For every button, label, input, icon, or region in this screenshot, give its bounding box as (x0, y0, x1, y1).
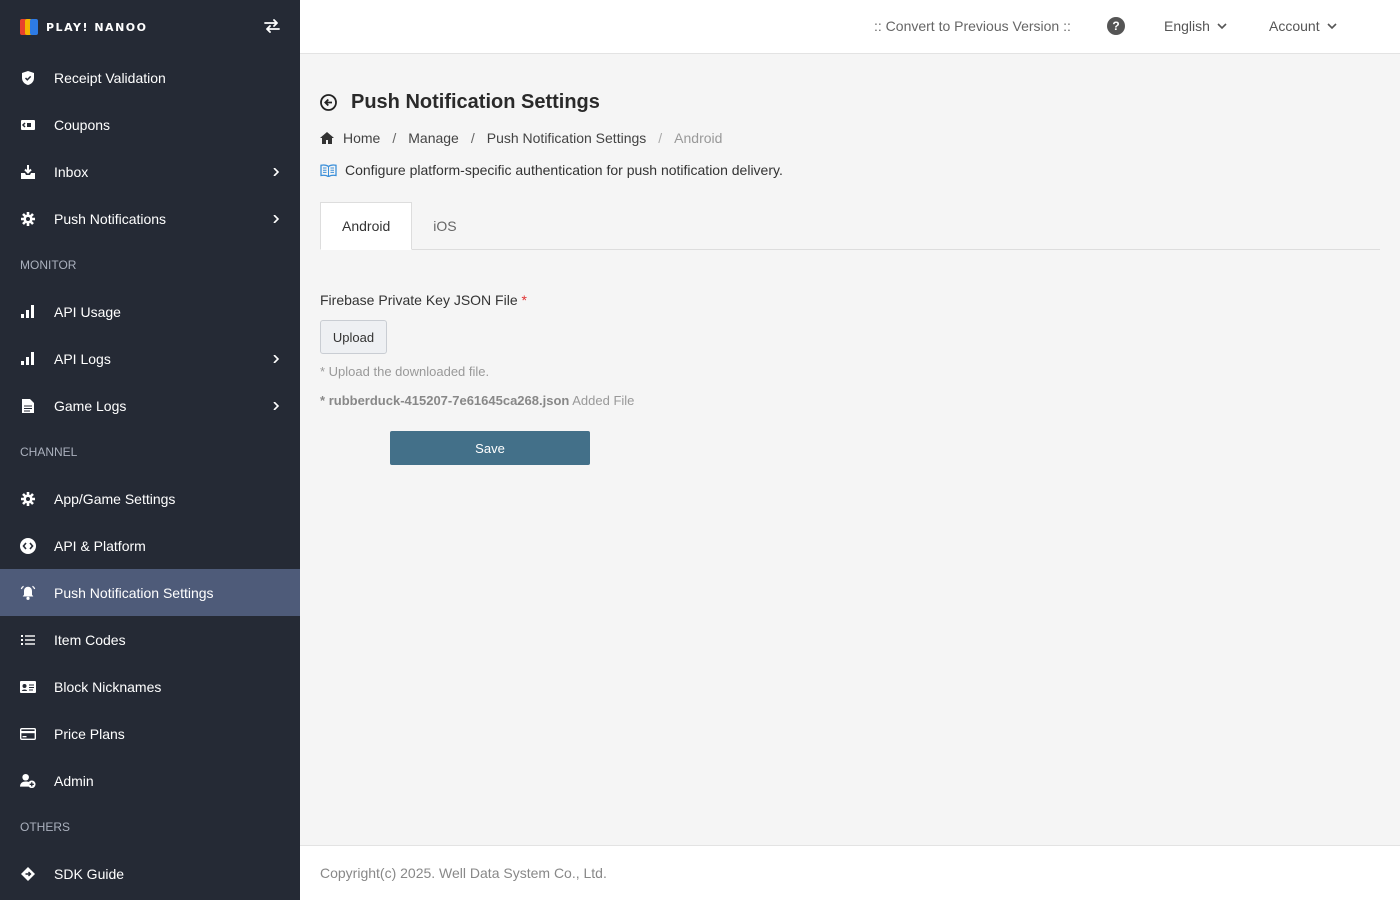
uploaded-file-info: * rubberduck-415207-7e61645ca268.json Ad… (320, 393, 634, 408)
main-content: Push Notification Settings Home / Manage… (300, 55, 1400, 845)
sidebar-item-label: API Logs (54, 350, 111, 367)
section-channel: CHANNEL (20, 445, 78, 459)
sidebar-item-label: Price Plans (54, 725, 125, 742)
sidebar-item-item-codes[interactable]: Item Codes (0, 616, 300, 663)
sidebar-item-push-notification-settings[interactable]: Push Notification Settings (0, 569, 300, 616)
title-row: Push Notification Settings (320, 91, 600, 114)
sidebar-item-admin[interactable]: Admin (0, 757, 300, 804)
sidebar-item-label: Push Notification Settings (54, 584, 214, 601)
sidebar-item-price-plans[interactable]: Price Plans (0, 710, 300, 757)
back-arrow-icon[interactable] (320, 94, 337, 111)
sidebar-item-label: Item Codes (54, 631, 126, 648)
platform-tabs: Android iOS (320, 202, 1380, 250)
copyright-text: Copyright(c) 2025. Well Data System Co.,… (320, 865, 607, 881)
firebase-key-label: Firebase Private Key JSON File * (320, 292, 527, 308)
sidebar-item-label: Block Nicknames (54, 678, 162, 695)
sidebar-item-label: Inbox (54, 163, 89, 180)
required-mark: * (521, 292, 527, 308)
document-icon (20, 398, 36, 414)
sidebar-item-push-notifications[interactable]: Push Notifications (0, 195, 300, 242)
file-name: rubberduck-415207-7e61645ca268.json (328, 393, 570, 408)
upload-button[interactable]: Upload (320, 320, 387, 354)
sidebar-item-label: API & Platform (54, 537, 146, 554)
sidebar: PLAY! NANOO Receipt Validation Coupons I… (0, 0, 300, 900)
sidebar-item-api-platform[interactable]: API & Platform (0, 522, 300, 569)
sidebar-item-label: Coupons (54, 116, 111, 133)
sidebar-item-api-logs[interactable]: API Logs (0, 335, 300, 382)
account-label: Account (1269, 18, 1320, 34)
sidebar-item-label: Admin (54, 772, 94, 789)
book-open-icon (320, 163, 337, 177)
breadcrumb-section[interactable]: Push Notification Settings (487, 130, 647, 146)
section-monitor: MONITOR (20, 258, 77, 272)
sidebar-item-label: SDK Guide (54, 865, 125, 882)
breadcrumb-current: Android (674, 130, 723, 146)
credit-card-icon (20, 726, 36, 742)
inbox-download-icon (20, 164, 36, 180)
code-circle-icon (20, 537, 36, 554)
sidebar-item-label: Push Notifications (54, 210, 167, 227)
logo-text: PLAY! NANOO (46, 20, 148, 34)
top-bar: :: Convert to Previous Version :: ? Engl… (300, 0, 1400, 54)
tab-ios[interactable]: iOS (412, 202, 477, 250)
sidebar-item-block-nicknames[interactable]: Block Nicknames (0, 663, 300, 710)
field-label-text: Firebase Private Key JSON File (320, 292, 518, 308)
breadcrumb-separator: / (392, 130, 397, 146)
help-icon[interactable]: ? (1107, 17, 1125, 35)
bar-chart-icon (20, 304, 36, 320)
page-description: Configure platform-specific authenticati… (320, 162, 783, 178)
sidebar-item-label: API Usage (54, 303, 121, 320)
logo[interactable]: PLAY! NANOO (20, 19, 147, 35)
file-status: Added File (572, 393, 635, 408)
sidebar-item-coupons[interactable]: Coupons (0, 101, 300, 148)
logo-mark-icon (20, 19, 38, 35)
save-button[interactable]: Save (390, 431, 590, 465)
breadcrumb-home[interactable]: Home (343, 130, 380, 146)
sidebar-item-sdk-guide[interactable]: SDK Guide (0, 850, 300, 897)
breadcrumb: Home / Manage / Push Notification Settin… (320, 130, 722, 146)
id-card-icon (20, 679, 36, 695)
logo-bar: PLAY! NANOO (0, 0, 300, 54)
diamond-arrows-icon (20, 866, 36, 882)
shield-check-icon (20, 70, 36, 86)
bell-ringing-icon (20, 585, 36, 601)
sidebar-item-api-usage[interactable]: API Usage (0, 288, 300, 335)
sidebar-item-inbox[interactable]: Inbox (0, 148, 300, 195)
sidebar-item-label: App/Game Settings (54, 490, 176, 507)
bar-chart-icon (20, 351, 36, 367)
language-label: English (1164, 18, 1210, 34)
footer: Copyright(c) 2025. Well Data System Co.,… (300, 845, 1400, 900)
tab-android[interactable]: Android (320, 202, 413, 250)
user-add-icon (20, 773, 36, 789)
sidebar-item-app-game-settings[interactable]: App/Game Settings (0, 475, 300, 522)
chevron-right-icon (273, 214, 280, 223)
sidebar-item-label: Game Logs (54, 397, 127, 414)
ticket-icon (20, 117, 36, 133)
section-others: OTHERS (20, 820, 71, 834)
upload-hint: * Upload the downloaded file. (320, 364, 490, 379)
sidebar-item-game-logs[interactable]: Game Logs (0, 382, 300, 429)
chevron-down-icon (1327, 22, 1337, 29)
chevron-right-icon (273, 401, 280, 410)
gear-icon (20, 211, 36, 227)
sidebar-item-label: Receipt Validation (54, 69, 166, 86)
breadcrumb-manage[interactable]: Manage (408, 130, 459, 146)
breadcrumb-separator: / (658, 130, 663, 146)
convert-version-link[interactable]: :: Convert to Previous Version :: (874, 18, 1071, 34)
page-title: Push Notification Settings (351, 91, 600, 113)
sidebar-nav: Receipt Validation Coupons Inbox Push No… (0, 54, 300, 897)
chevron-down-icon (1217, 22, 1227, 29)
account-dropdown[interactable]: Account (1269, 18, 1337, 34)
home-icon (320, 132, 334, 144)
sidebar-item-receipt-validation[interactable]: Receipt Validation (0, 54, 300, 101)
description-text: Configure platform-specific authenticati… (345, 162, 783, 178)
gear-icon (20, 491, 36, 507)
file-prefix: * (320, 393, 326, 408)
list-icon (20, 632, 36, 648)
chevron-right-icon (273, 354, 280, 363)
language-dropdown[interactable]: English (1164, 18, 1227, 34)
chevron-right-icon (273, 167, 280, 176)
breadcrumb-separator: / (470, 130, 475, 146)
sidebar-toggle-icon[interactable] (264, 18, 280, 36)
